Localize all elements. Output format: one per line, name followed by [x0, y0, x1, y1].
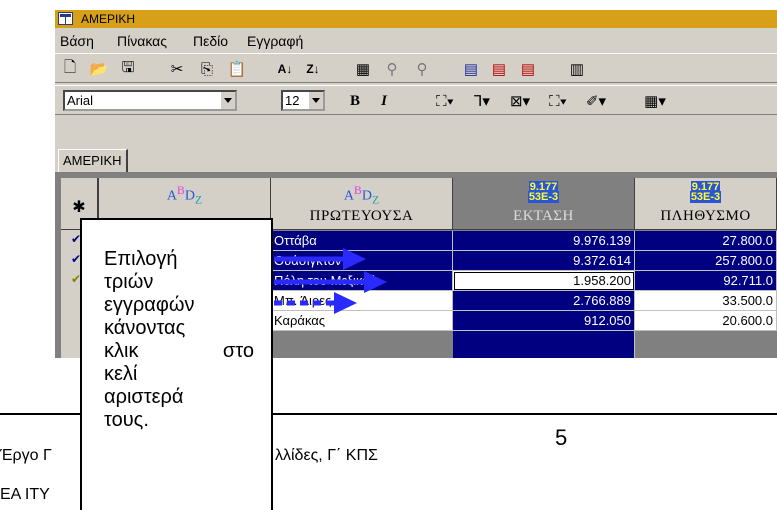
population-cell[interactable]: 33.500.0 — [635, 291, 777, 311]
population-cell[interactable]: 257.800.0 — [635, 251, 777, 271]
menu-item-table[interactable]: Πίνακας — [117, 33, 167, 49]
callout-line: τριών — [104, 271, 154, 293]
population-cell[interactable]: 27.800.0 — [635, 231, 777, 251]
capital-cell[interactable]: Μπ. Άιρες — [271, 291, 453, 311]
title-bar: ΑΜΕΡΙΚΗ — [55, 10, 777, 28]
callout-line: κλικ στο — [104, 340, 254, 362]
copy-icon[interactable]: ⎘ — [196, 58, 218, 80]
capital-cell[interactable]: Καράκας — [271, 311, 453, 331]
column-header-capital[interactable]: ABDZ ΠΡΩΤΕΥΟΥΣΑ — [271, 178, 453, 230]
paste-icon[interactable]: 📋 — [226, 58, 248, 80]
callout-line: Επιλογή — [104, 248, 178, 270]
window-title: ΑΜΕΡΙΚΗ — [81, 12, 136, 26]
menu-bar: Βάση Πίνακας Πεδίο Εγγραφή — [55, 30, 777, 52]
capital-cell[interactable]: Πόλη του Μεξικού — [271, 271, 453, 291]
standard-toolbar: 🗋 📂 🖫 ✂ ⎘ 📋 A↓ Z↓ ▦ ⚲ ⚲ ▤ ▤ ▤ ▥ — [55, 53, 777, 83]
callout-line: εγγραφών — [104, 294, 195, 316]
cut-icon[interactable]: ✂ — [166, 58, 188, 80]
border-color-icon[interactable]: ⛶▾ — [543, 90, 573, 112]
font-name-value: Arial — [67, 93, 94, 108]
font-size-select[interactable]: 12 — [281, 90, 325, 111]
column-header-area[interactable]: 9.177 53E-3 ΕΚΤΑΣΗ — [453, 178, 635, 230]
column-header-label: ΠΛΗΘΥΣΜΟ — [660, 208, 751, 224]
footer-text-right: λλίδες, Γ΄ ΚΠΣ — [275, 447, 378, 464]
area-cell[interactable]: 9.372.614 — [453, 251, 635, 271]
save-icon[interactable]: 🖫 — [117, 58, 139, 80]
page-number: 5 — [555, 425, 568, 450]
find-next-icon[interactable]: ⚲ — [411, 58, 433, 80]
area-cell-active[interactable]: 1.958.200 — [453, 271, 635, 291]
border-style-icon[interactable]: ⊠▾ — [505, 90, 535, 112]
population-cell[interactable]: 92.711.0 — [635, 271, 777, 291]
delete-icon[interactable]: ▤ — [517, 58, 539, 80]
font-color-icon[interactable]: Ꞁ▾ — [467, 90, 497, 112]
chevron-down-icon[interactable] — [308, 92, 323, 109]
find-icon[interactable]: ⚲ — [381, 58, 403, 80]
font-name-select[interactable]: Arial — [63, 90, 237, 111]
text-type-icon: ABDZ — [166, 184, 203, 207]
filter-icon[interactable]: ▦ — [352, 58, 374, 80]
population-cell[interactable]: 20.600.0 — [635, 311, 777, 331]
capital-cell[interactable]: Ουάσιγκτον — [271, 251, 453, 271]
text-type-icon: ABDZ — [343, 184, 380, 207]
footer-bottom-text: ΕΑ ΙΤΥ — [0, 486, 50, 503]
new-icon[interactable]: 🗋 — [59, 58, 81, 80]
column-header-label: ΠΡΩΤΕΥΟΥΣΑ — [309, 208, 414, 224]
tab-america[interactable]: ΑΜΕΡΙΚΗ — [58, 149, 128, 172]
bold-button[interactable]: B — [344, 90, 366, 112]
menu-item-database[interactable]: Βάση — [60, 33, 94, 49]
fill-color-icon[interactable]: ⛶▾ — [430, 90, 460, 112]
area-cell[interactable]: 9.976.139 — [453, 231, 635, 251]
menu-item-record[interactable]: Εγγραφή — [247, 33, 303, 49]
capital-cell[interactable]: Οττάβα — [271, 231, 453, 251]
number-type-icon: 9.177 53E-3 — [527, 181, 560, 203]
font-size-value: 12 — [285, 93, 300, 108]
callout-line: κελί — [104, 363, 138, 385]
menu-item-field[interactable]: Πεδίο — [193, 33, 228, 49]
number-type-icon: 9.177 53E-3 — [689, 181, 722, 203]
callout-line: αριστερά — [104, 386, 184, 408]
area-cell[interactable]: 912.050 — [453, 311, 635, 331]
table-view-icon[interactable]: ▥ — [566, 58, 588, 80]
chevron-down-icon[interactable] — [220, 92, 235, 109]
open-icon[interactable]: 📂 — [88, 58, 110, 80]
italic-button[interactable]: I — [373, 90, 395, 112]
footer-text-left: Έργο Γ — [0, 447, 52, 464]
area-cell[interactable] — [453, 331, 635, 358]
tab-strip: ΑΜΕΡΙΚΗ — [55, 148, 777, 172]
column-header-label: ΕΚΤΑΣΗ — [513, 208, 574, 224]
sort-descending-icon[interactable]: Z↓ — [302, 58, 324, 80]
callout-line: τους. — [104, 409, 149, 431]
delete-record-icon[interactable]: ▤ — [488, 58, 510, 80]
add-record-icon[interactable]: ▤ — [460, 58, 482, 80]
formatting-toolbar: Arial 12 B I ⛶▾ Ꞁ▾ ⊠▾ ⛶▾ ✐▾ ▦▾ — [55, 85, 777, 115]
special-effect-icon[interactable]: ✐▾ — [581, 90, 611, 112]
table-app-icon — [58, 12, 73, 25]
callout-line: κάνοντας — [104, 317, 186, 339]
callout-text: Επιλογή τριών εγγραφών κάνοντας κλικ στο… — [104, 248, 254, 432]
column-header-population[interactable]: 9.177 53E-3 ΠΛΗΘΥΣΜΟ — [635, 178, 777, 230]
gridlines-icon[interactable]: ▦▾ — [640, 90, 670, 112]
area-cell[interactable]: 2.766.889 — [453, 291, 635, 311]
instruction-callout: Επιλογή τριών εγγραφών κάνοντας κλικ στο… — [80, 218, 273, 510]
sort-ascending-icon[interactable]: A↓ — [274, 58, 296, 80]
